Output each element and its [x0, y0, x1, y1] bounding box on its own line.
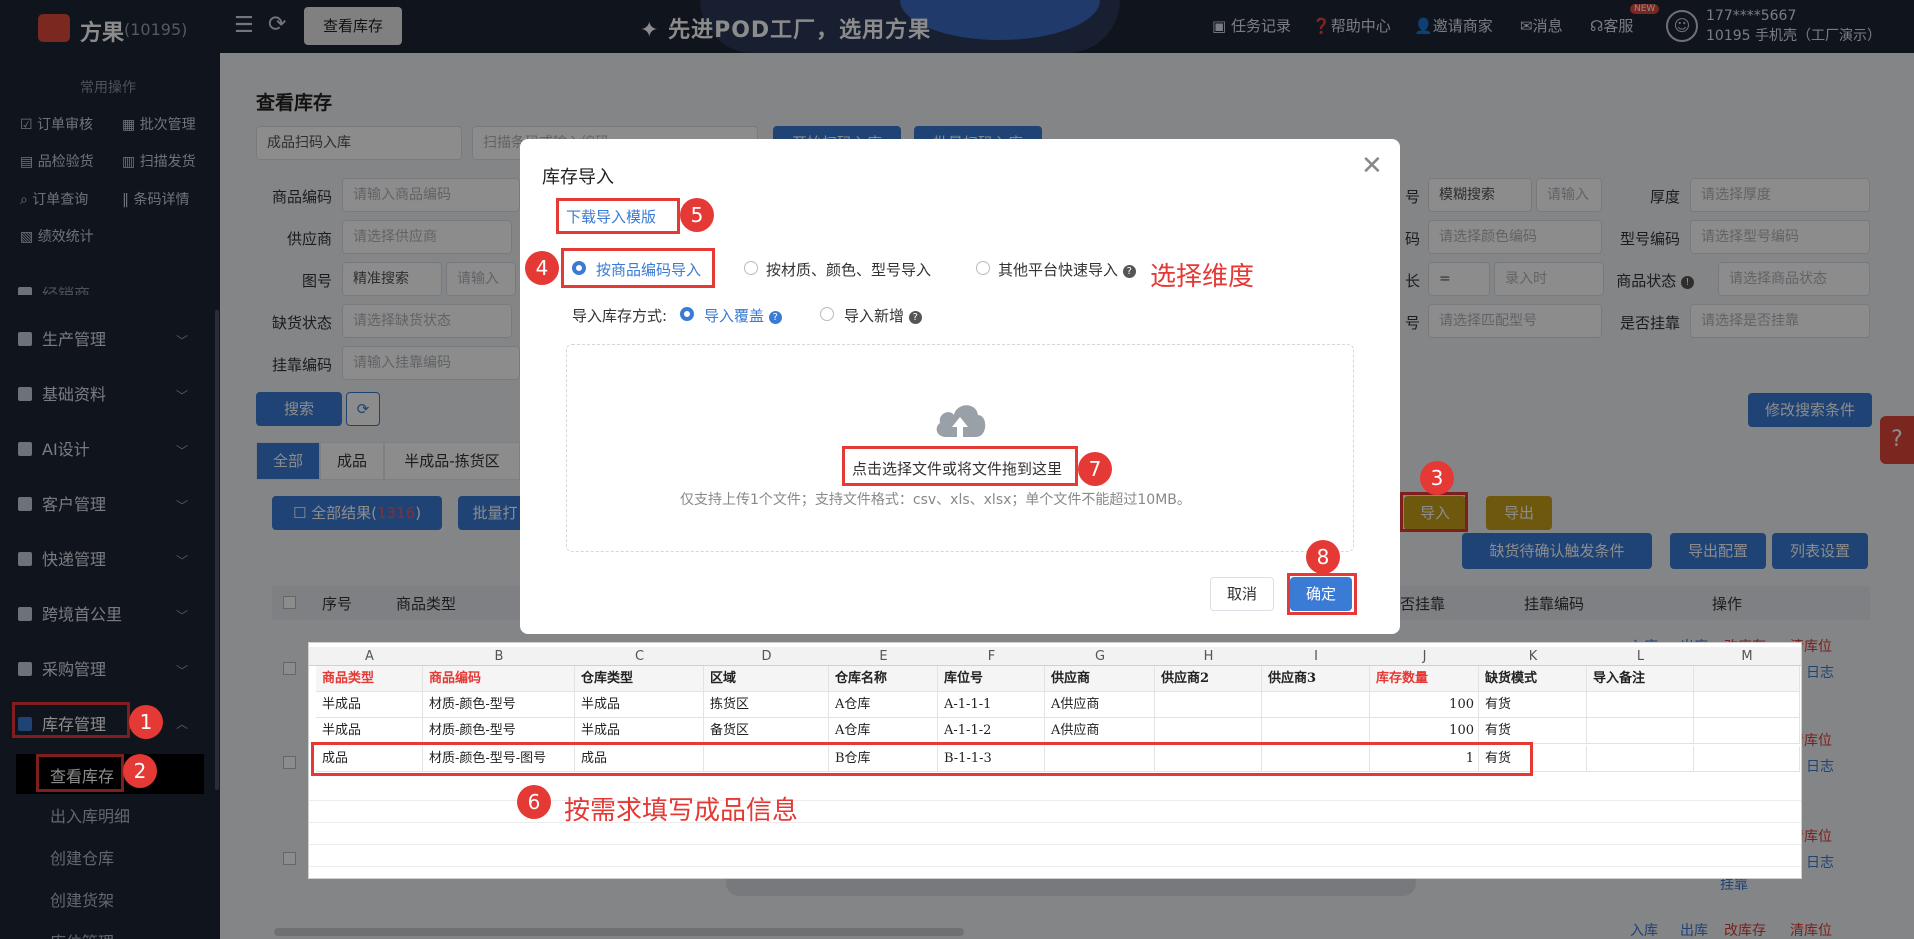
annotation-box-download [556, 198, 680, 234]
step-badge-1: 1 [129, 705, 163, 739]
excel-header-cell: 商品类型 [316, 666, 423, 692]
excel-data-cell: A供应商 [1045, 692, 1155, 718]
excel-data-cell: 材质-颜色-型号 [423, 718, 575, 744]
excel-data-cell: 半成品 [575, 718, 704, 744]
excel-data-cell [1155, 692, 1262, 718]
excel-col-letter: F [987, 649, 996, 664]
excel-header-cell: 仓库类型 [575, 666, 704, 692]
excel-col-letter: D [761, 649, 772, 664]
excel-data-cell: A仓库 [829, 718, 938, 744]
radio-overwrite[interactable] [680, 307, 694, 321]
excel-col-letter: I [1314, 649, 1318, 664]
help-icon: ? [768, 311, 782, 324]
upload-hint: 仅支持上传1个文件；支持文件格式：csv、xls、xlsx；单个文件不能超过10… [680, 492, 1191, 508]
excel-header-cell: 商品编码 [423, 666, 575, 692]
help-icon: ? [1122, 265, 1136, 278]
excel-col-letter: A [365, 649, 374, 664]
excel-data-cell: 材质-颜色-型号 [423, 692, 575, 718]
excel-data-cell [1694, 718, 1800, 744]
excel-col-letter: C [634, 649, 645, 664]
radio-label-material[interactable]: 按材质、颜色、型号导入 [766, 259, 931, 280]
excel-data-cell: 100 [1370, 692, 1479, 718]
excel-data-cell [1262, 718, 1370, 744]
excel-header-cell: 供应商2 [1155, 666, 1262, 692]
excel-col-letter: H [1203, 649, 1214, 664]
excel-col-letter: E [879, 649, 888, 664]
cancel-button[interactable]: 取消 [1210, 577, 1274, 611]
excel-data-cell: 备货区 [704, 718, 829, 744]
radio-by-material[interactable] [744, 261, 758, 275]
step-badge-6: 6 [517, 785, 551, 819]
excel-empty-row-line [309, 844, 1801, 845]
step-badge-8: 8 [1306, 540, 1340, 574]
annotation-box-dimension [561, 248, 715, 288]
excel-data-cell: 半成品 [316, 692, 423, 718]
excel-data-cell: A仓库 [829, 692, 938, 718]
radio-other-platform[interactable] [976, 261, 990, 275]
excel-header-cell: 库存数量 [1370, 666, 1479, 692]
excel-data-cell: A-1-1-2 [938, 718, 1045, 744]
step-badge-4: 4 [525, 251, 559, 285]
excel-col-letter: G [1094, 649, 1106, 664]
excel-data-cell [1262, 692, 1370, 718]
excel-header-cell: 导入备注 [1587, 666, 1694, 692]
step-badge-3: 3 [1420, 461, 1454, 495]
help-icon: ? [908, 311, 922, 324]
annotation-choose-dimension: 选择维度 [1150, 262, 1255, 292]
radio-add[interactable] [820, 307, 834, 321]
excel-col-letter: L [1636, 649, 1645, 664]
excel-data-cell: 100 [1370, 718, 1479, 744]
step-badge-7: 7 [1078, 452, 1112, 486]
excel-header-cell: 供应商3 [1262, 666, 1370, 692]
excel-data-cell [1155, 718, 1262, 744]
excel-header-cell: 供应商 [1045, 666, 1155, 692]
excel-col-letter: K [1528, 649, 1538, 664]
excel-data-cell [1694, 746, 1800, 772]
excel-header-cell: 区域 [704, 666, 829, 692]
cloud-upload-icon [936, 405, 986, 437]
excel-data-cell: A供应商 [1045, 718, 1155, 744]
radio-label-other-platform[interactable]: 其他平台快速导入 ? [998, 259, 1136, 280]
excel-data-cell [1587, 718, 1694, 744]
excel-data-cell [1587, 692, 1694, 718]
excel-header-cell: 库位号 [938, 666, 1045, 692]
excel-col-letter: M [1741, 649, 1753, 664]
step-badge-5: 5 [680, 198, 714, 232]
excel-data-cell: 半成品 [575, 692, 704, 718]
excel-col-letter: B [494, 649, 504, 664]
step-badge-2: 2 [123, 754, 157, 788]
annotation-box-finished-row [311, 742, 1533, 776]
excel-col-letter: J [1422, 649, 1427, 664]
excel-data-cell: 半成品 [316, 718, 423, 744]
excel-data-cell: A-1-1-1 [938, 692, 1045, 718]
annotation-box-upload [842, 446, 1078, 486]
excel-header-cell [1694, 666, 1800, 692]
dialog-title: 库存导入 [542, 167, 614, 188]
excel-empty-row-line [309, 866, 1801, 867]
radio-label-overwrite[interactable]: 导入覆盖 ? [704, 305, 782, 326]
excel-empty-row-line [309, 822, 1801, 823]
import-mode-label: 导入库存方式: [572, 307, 668, 325]
excel-data-cell: 有货 [1479, 718, 1587, 744]
radio-label-add[interactable]: 导入新增 ? [844, 305, 922, 326]
excel-data-cell [1694, 692, 1800, 718]
excel-header-cell: 缺货模式 [1479, 666, 1587, 692]
close-icon[interactable]: ✕ [1361, 151, 1383, 181]
annotation-fill-info: 按需求填写成品信息 [564, 796, 799, 826]
excel-data-cell: 有货 [1479, 692, 1587, 718]
excel-data-cell [1587, 746, 1694, 772]
excel-data-cell: 拣货区 [704, 692, 829, 718]
annotation-box-confirm [1287, 573, 1357, 615]
excel-header-cell: 仓库名称 [829, 666, 938, 692]
